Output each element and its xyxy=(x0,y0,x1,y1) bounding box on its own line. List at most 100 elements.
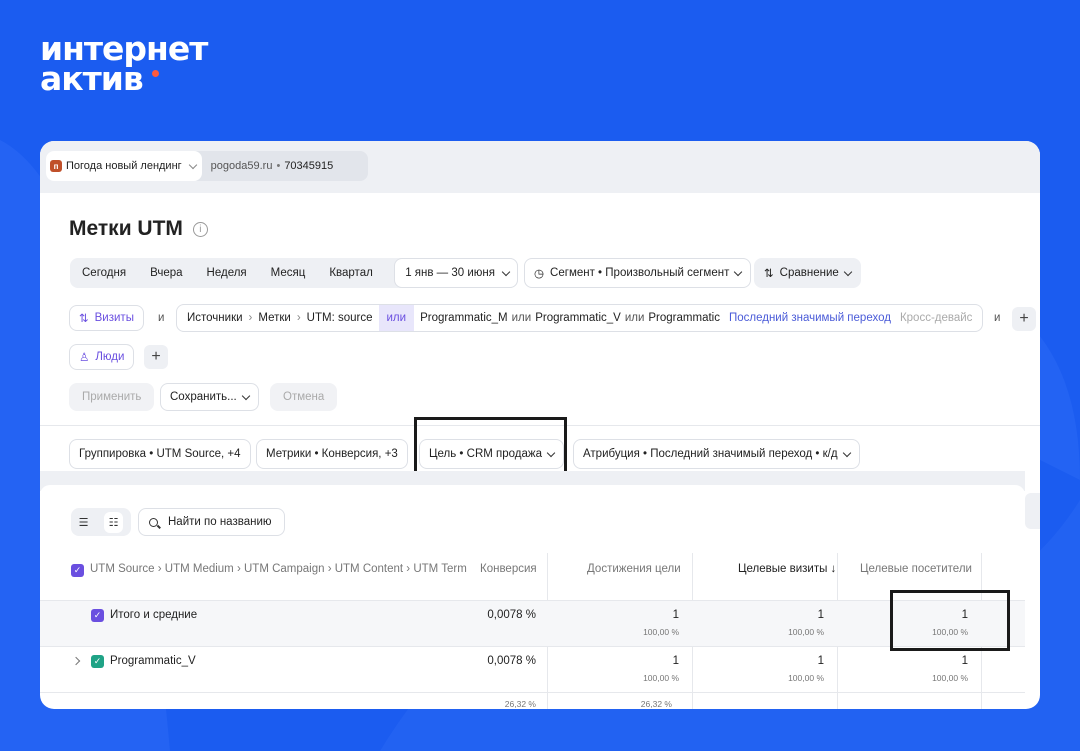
row-divider xyxy=(40,692,1025,693)
filter-attribution-link[interactable]: Последний значимый переход xyxy=(729,312,891,324)
cross-device-label[interactable]: Кросс-девайс xyxy=(900,312,972,324)
attribution-button[interactable]: Атрибуция • Последний значимый переход •… xyxy=(573,439,860,469)
add-filter-button[interactable]: + xyxy=(1012,307,1036,331)
counter-id: 70345915 xyxy=(284,160,334,172)
page-title: Метки UTM i xyxy=(69,217,208,241)
chevron-down-icon xyxy=(241,391,250,400)
site-badge-icon: п xyxy=(50,160,62,172)
totals-conversion: 0,0078 % xyxy=(487,609,536,621)
brand-line-2: актив xyxy=(40,59,144,98)
header-checkbox[interactable]: ✓ xyxy=(71,564,84,577)
close-icon[interactable]: × xyxy=(982,310,983,326)
chevron-down-icon xyxy=(734,267,743,276)
totals-row-bg xyxy=(40,601,1025,646)
segment-label: Сегмент • Произвольный сегмент xyxy=(550,267,730,279)
compare-button[interactable]: ⇅ Сравнение xyxy=(754,258,861,288)
period-yesterday[interactable]: Вчера xyxy=(138,267,194,279)
totals-achievements-pct: 100,00 % xyxy=(643,627,679,637)
and-connector: и xyxy=(994,312,1001,324)
clock-icon: ◷ xyxy=(534,268,545,280)
cancel-label: Отмена xyxy=(283,391,325,403)
side-panel-handle[interactable] xyxy=(1025,493,1040,529)
utm-source-filter[interactable]: Источники › Метки › UTM: source или Prog… xyxy=(176,304,983,332)
partial-conversion: 26,32 % xyxy=(504,699,536,709)
achievements-header[interactable]: Достижения цели xyxy=(587,563,681,575)
cancel-button[interactable]: Отмена xyxy=(270,383,338,411)
metrics-button[interactable]: Метрики • Конверсия, +3 xyxy=(256,439,408,469)
row-visits: 1 xyxy=(817,655,824,667)
date-range-label: 1 янв — 30 июня xyxy=(405,267,495,279)
row-conversion: 0,0078 % xyxy=(487,655,536,667)
period-month[interactable]: Месяц xyxy=(259,267,318,279)
save-button[interactable]: Сохранить... xyxy=(160,383,259,411)
filter-path-utm-source: UTM: source xyxy=(306,312,373,324)
breadcrumb-separator: › xyxy=(296,312,301,324)
metrika-window: п Погода новый лендинг pogoda59.ru • 703… xyxy=(40,141,1040,709)
attribution-label: Атрибуция • Последний значимый переход •… xyxy=(583,448,838,460)
dimensions-header[interactable]: UTM Source › UTM Medium › UTM Campaign ›… xyxy=(90,563,467,575)
filter-value-3: Programmatic xyxy=(648,312,720,324)
search-icon xyxy=(149,517,158,527)
brand-logo: интернет актив xyxy=(40,32,208,98)
site-name-dropdown[interactable]: п Погода новый лендинг xyxy=(46,151,202,181)
brand-dot xyxy=(152,70,159,77)
visitors-highlight-frame xyxy=(890,590,1010,651)
grouping-label: Группировка • UTM Source, +4 xyxy=(79,448,241,460)
period-week[interactable]: Неделя xyxy=(195,267,259,279)
row-achievements-pct: 100,00 % xyxy=(643,673,679,683)
tree-view-icon[interactable]: ☷ xyxy=(103,511,124,533)
sort-icon: ⇅ xyxy=(79,313,89,325)
or-word: или xyxy=(511,312,532,324)
grouping-button[interactable]: Группировка • UTM Source, +4 xyxy=(69,439,251,469)
period-today[interactable]: Сегодня xyxy=(70,267,138,279)
view-toggle: ☰ ☷ xyxy=(71,508,131,536)
breadcrumb-separator: › xyxy=(248,312,253,324)
chevron-down-icon xyxy=(188,160,197,169)
filter-value-2: Programmatic_V xyxy=(535,312,621,324)
chevron-down-icon xyxy=(501,267,511,276)
filter-path-tags: Метки xyxy=(258,312,291,324)
people-label: Люди xyxy=(95,351,125,363)
top-bar: п Погода новый лендинг pogoda59.ru • 703… xyxy=(40,141,1040,193)
period-quarter[interactable]: Квартал xyxy=(317,267,384,279)
row-checkbox[interactable]: ✓ xyxy=(91,655,104,668)
totals-visits-pct: 100,00 % xyxy=(788,627,824,637)
row-name[interactable]: Programmatic_V xyxy=(110,655,196,667)
and-connector: и xyxy=(158,312,165,324)
compare-label: Сравнение xyxy=(779,267,839,279)
row-visitors-pct: 100,00 % xyxy=(932,673,968,683)
period-selector: Сегодня Вчера Неделя Месяц Квартал 1 янв… xyxy=(70,258,518,288)
people-filter-button[interactable]: ♙ Люди xyxy=(69,344,135,370)
row-visits-pct: 100,00 % xyxy=(788,673,824,683)
or-word: или xyxy=(624,312,645,324)
site-name: Погода новый лендинг xyxy=(66,160,182,172)
list-view-icon[interactable]: ☰ xyxy=(79,516,89,529)
info-icon[interactable]: i xyxy=(192,221,208,237)
visits-filter-button[interactable]: ⇅ Визиты xyxy=(69,305,144,331)
metrics-label: Метрики • Конверсия, +3 xyxy=(266,448,398,460)
separator: • xyxy=(276,160,281,172)
row-divider xyxy=(40,646,1025,647)
expand-chevron-icon[interactable] xyxy=(71,656,81,666)
search-by-name-button[interactable]: Найти по названию xyxy=(138,508,285,536)
apply-button[interactable]: Применить xyxy=(69,383,155,411)
row-visitors: 1 xyxy=(961,655,968,667)
segment-button[interactable]: ◷ Сегмент • Произвольный сегмент xyxy=(524,258,752,288)
totals-checkbox[interactable]: ✓ xyxy=(91,609,104,622)
add-people-filter-button[interactable]: + xyxy=(144,345,168,369)
apply-label: Применить xyxy=(82,391,142,403)
search-label: Найти по названию xyxy=(168,516,272,528)
target-visitors-header[interactable]: Целевые посетители xyxy=(860,563,972,575)
totals-name: Итого и средние xyxy=(110,609,198,621)
conversion-header[interactable]: Конверсия xyxy=(480,563,537,575)
table-panel-edge xyxy=(40,485,1025,495)
or-operator[interactable]: или xyxy=(378,305,415,331)
save-label: Сохранить... xyxy=(170,391,237,403)
site-selector[interactable]: п Погода новый лендинг pogoda59.ru • 703… xyxy=(46,151,368,181)
page-title-text: Метки UTM xyxy=(69,217,183,240)
compare-icon: ⇅ xyxy=(764,268,774,280)
date-range-picker[interactable]: 1 янв — 30 июня xyxy=(394,258,518,288)
goal-highlight-frame xyxy=(414,417,567,478)
totals-achievements: 1 xyxy=(672,609,679,621)
target-visits-header[interactable]: Целевые визиты ↓ xyxy=(738,563,836,575)
